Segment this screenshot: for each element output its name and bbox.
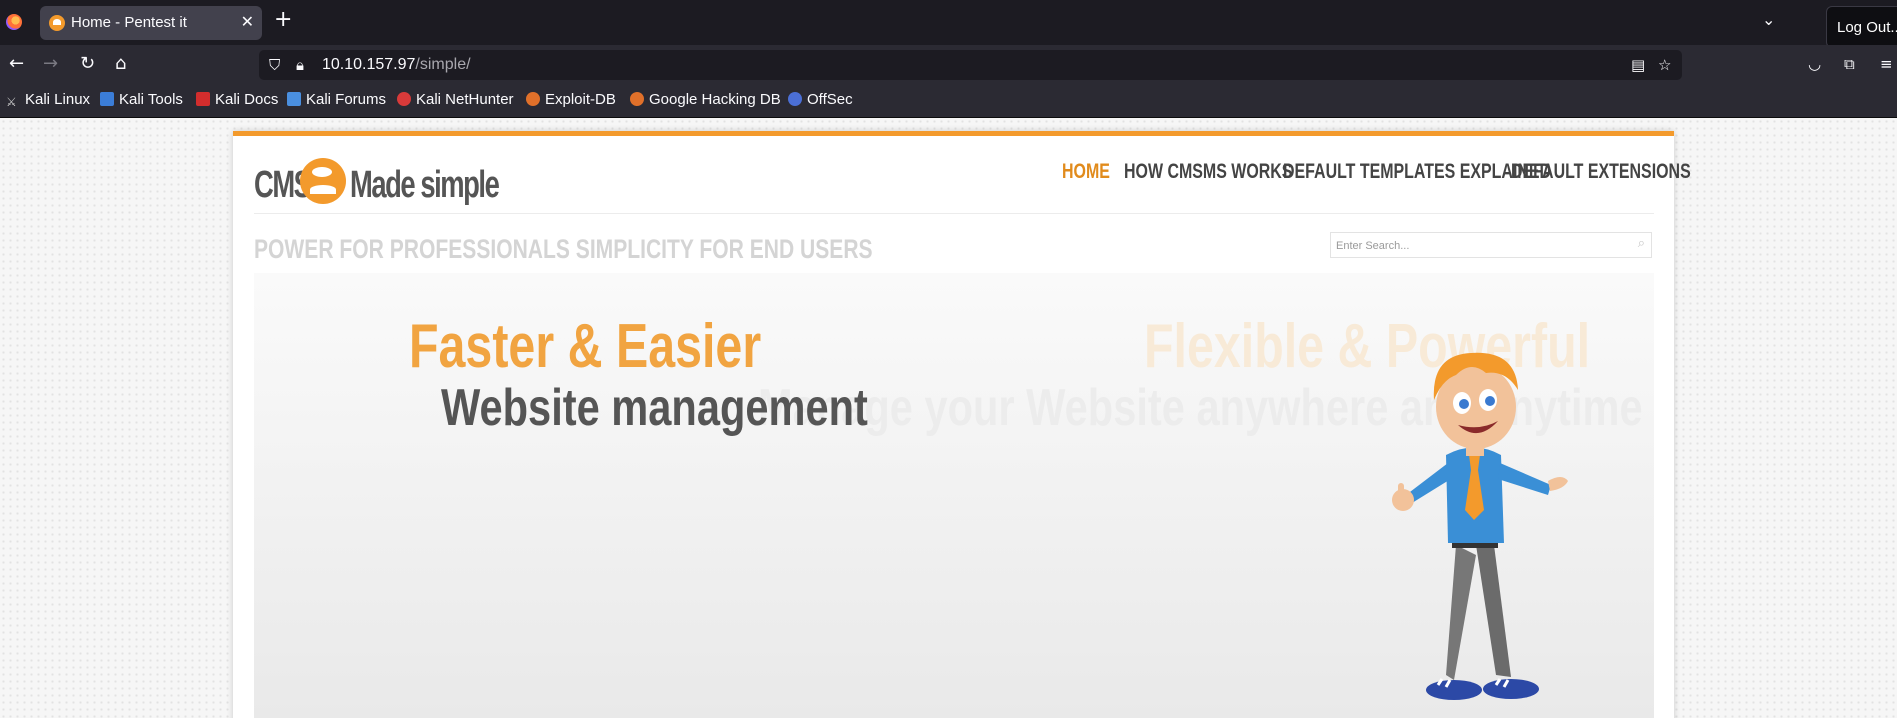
nethunter-icon xyxy=(397,92,411,106)
home-icon[interactable]: ⌂ xyxy=(115,54,126,74)
pocket-icon[interactable]: ◡ xyxy=(1808,54,1821,74)
extensions-icon[interactable]: ⧉ xyxy=(1844,54,1855,74)
nav-how-cmsms-works[interactable]: HOW CMSMS WORKS xyxy=(1124,160,1292,184)
navigation-toolbar: ← → ↻ ⌂ ⛉ 🔒︎ 10.10.157.97/simple/ ▤ ☆ ◡ … xyxy=(0,45,1897,85)
bookmark-kali-docs[interactable]: Kali Docs xyxy=(196,91,278,111)
bookmark-kali-tools[interactable]: Kali Tools xyxy=(100,91,183,111)
forward-icon[interactable]: → xyxy=(43,54,58,74)
url-host: 10.10.157.97 xyxy=(322,56,416,73)
hero-banner: Flexible & Powerful Manage your Website … xyxy=(254,273,1654,718)
search-input[interactable] xyxy=(1334,234,1618,258)
url-bar[interactable]: ⛉ 🔒︎ 10.10.157.97/simple/ ▤ ☆ xyxy=(259,50,1682,80)
nav-default-extensions[interactable]: DEFAULT EXTENSIONS xyxy=(1511,160,1691,184)
nav-home[interactable]: HOME xyxy=(1062,160,1110,184)
bookmark-google-hacking-db[interactable]: Google Hacking DB xyxy=(630,91,781,111)
cartoon-mascot-icon xyxy=(1392,352,1568,700)
slide-heading: Faster & Easier xyxy=(409,312,762,381)
bookmark-kali-nethunter[interactable]: Kali NetHunter xyxy=(397,91,514,111)
shield-icon[interactable]: ⛉ xyxy=(269,56,280,74)
search-icon[interactable]: ⌕ xyxy=(1638,236,1645,251)
tab-strip: Home - Pentest it ✕ + ⌄ Log Out... xyxy=(0,0,1897,48)
kali-forums-icon xyxy=(287,92,301,106)
menu-icon[interactable]: ≡ xyxy=(1880,54,1893,74)
kali-docs-icon xyxy=(196,92,210,106)
kali-dragon-icon: ⚔ xyxy=(6,95,17,109)
url-text[interactable]: 10.10.157.97/simple/ xyxy=(322,56,471,74)
site-tagline: POWER FOR PROFESSIONALS SIMPLICITY FOR E… xyxy=(254,234,873,264)
kali-tools-icon xyxy=(100,92,114,106)
ghdb-icon xyxy=(630,92,644,106)
chevron-down-icon[interactable]: ⌄ xyxy=(1762,10,1775,29)
bookmark-kali-forums[interactable]: Kali Forums xyxy=(287,91,386,111)
reload-icon[interactable]: ↻ xyxy=(80,54,95,74)
offsec-icon xyxy=(788,92,802,106)
logo-text-made-simple: Made simple xyxy=(350,164,500,206)
reader-view-icon[interactable]: ▤ xyxy=(1631,56,1645,74)
lock-icon[interactable]: 🔒︎ xyxy=(296,56,304,74)
exploit-db-icon xyxy=(526,92,540,106)
tab-title: Home - Pentest it xyxy=(71,14,187,31)
slide-subheading: Website management xyxy=(441,379,868,437)
page-viewport: CMS Made simple HOME HOW CMSMS WORKS DEF… xyxy=(0,118,1897,718)
tooltip: Log Out... xyxy=(1826,6,1897,48)
bookmark-exploit-db[interactable]: Exploit-DB xyxy=(526,91,616,111)
bookmark-kali-linux[interactable]: ⚔ Kali Linux xyxy=(6,91,90,111)
firefox-icon[interactable] xyxy=(6,14,22,30)
bookmark-offsec[interactable]: OffSec xyxy=(788,91,853,111)
close-tab-icon[interactable]: ✕ xyxy=(241,12,254,31)
back-icon[interactable]: ← xyxy=(9,54,24,74)
url-path: /simple/ xyxy=(415,56,471,73)
island-logo-icon xyxy=(300,158,346,204)
header-divider xyxy=(254,213,1654,214)
tab-active[interactable]: Home - Pentest it ✕ xyxy=(40,6,262,40)
new-tab-icon[interactable]: + xyxy=(274,8,292,32)
site-container: CMS Made simple HOME HOW CMSMS WORKS DEF… xyxy=(233,131,1691,718)
site-favicon-icon xyxy=(49,15,65,31)
search-box: ⌕ xyxy=(1330,232,1652,258)
bookmark-star-icon[interactable]: ☆ xyxy=(1658,56,1671,74)
bookmarks-toolbar: ⚔ Kali Linux Kali Tools Kali Docs Kali Fo… xyxy=(0,85,1897,118)
